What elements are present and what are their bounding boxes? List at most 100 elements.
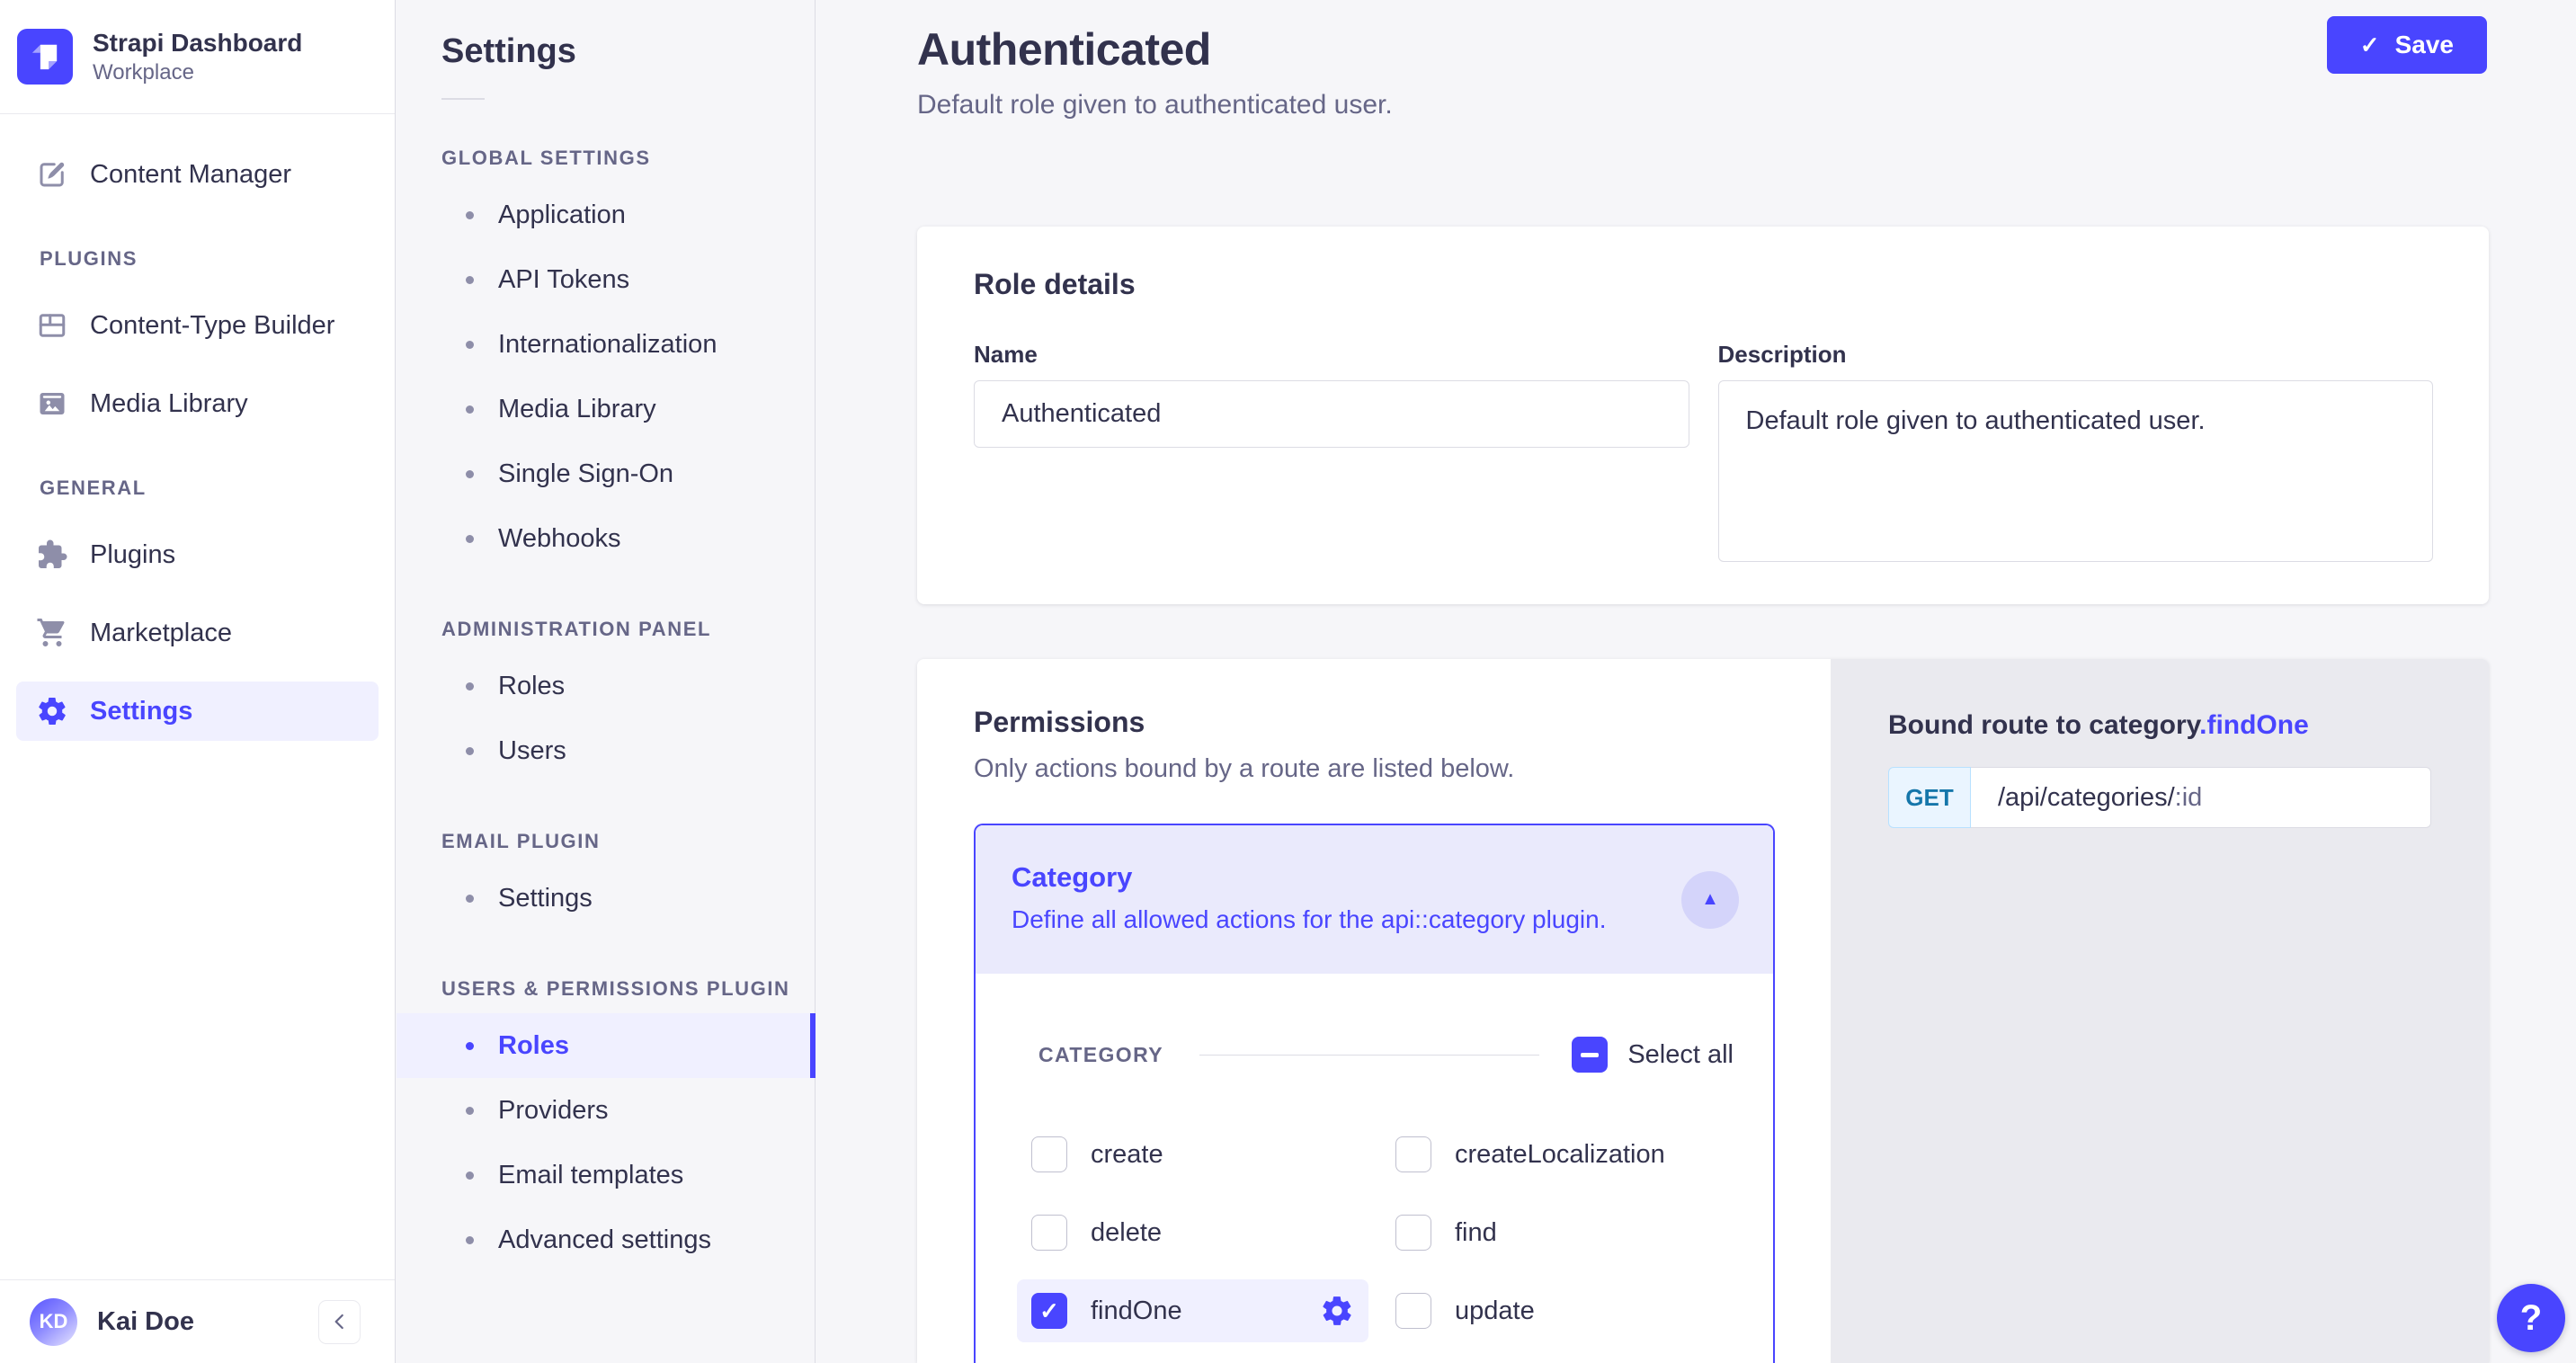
update-checkbox[interactable] — [1395, 1293, 1431, 1329]
gear-icon — [36, 695, 68, 727]
category-accordion: Category Define all allowed actions for … — [974, 824, 1775, 1363]
subnav-item-webhooks[interactable]: Webhooks — [397, 506, 815, 571]
nav-item-label: Marketplace — [90, 619, 232, 648]
bullet-icon — [466, 1171, 474, 1180]
main-nav-list: Content Manager PLUGINS Content-Type Bui… — [0, 114, 395, 741]
bullet-icon — [466, 1042, 474, 1050]
user-name: Kai Doe — [97, 1307, 299, 1337]
route-path: /api/categories/:id — [1971, 767, 2431, 828]
category-group-row: CATEGORY Select all — [1017, 1037, 1734, 1073]
subnav-item-admin-roles[interactable]: Roles — [397, 654, 815, 718]
pen-square-icon — [36, 158, 68, 191]
findone-checkbox[interactable]: ✓ — [1031, 1293, 1067, 1329]
subnav-item-email-settings[interactable]: Settings — [397, 866, 815, 931]
description-field-group: Description Default role given to authen… — [1718, 341, 2434, 566]
bullet-icon — [466, 535, 474, 543]
bound-route-panel: Bound route to category.findOne GET /api… — [1831, 659, 2489, 1363]
nav-item-media-library[interactable]: Media Library — [16, 374, 379, 433]
find-checkbox[interactable] — [1395, 1215, 1431, 1251]
layout-icon — [36, 309, 68, 342]
bullet-icon — [466, 747, 474, 755]
subnav-item-email-templates[interactable]: Email templates — [397, 1143, 815, 1207]
save-button-label: Save — [2395, 31, 2454, 59]
subnav-item-advanced-settings[interactable]: Advanced settings — [397, 1207, 815, 1272]
permission-label: findOne — [1091, 1296, 1182, 1326]
permission-label: delete — [1091, 1218, 1162, 1248]
bound-route-action: .findOne — [2199, 710, 2309, 740]
help-button[interactable]: ? — [2497, 1284, 2565, 1352]
role-details-card: Role details Name Description Default ro… — [917, 227, 2489, 604]
nav-item-label: Settings — [90, 697, 192, 726]
nav-item-settings[interactable]: Settings — [16, 682, 379, 741]
permission-row-find: find — [1381, 1201, 1733, 1264]
bullet-icon — [466, 895, 474, 903]
subnav-item-media-library[interactable]: Media Library — [397, 377, 815, 441]
subnav-item-up-roles[interactable]: Roles — [397, 1013, 815, 1078]
strapi-mark-icon — [25, 37, 65, 76]
bound-route-target: category — [2089, 710, 2199, 740]
role-details-fields: Name Description Default role given to a… — [974, 341, 2433, 566]
bullet-icon — [466, 1107, 474, 1115]
bullet-icon — [466, 1236, 474, 1244]
delete-checkbox[interactable] — [1031, 1215, 1067, 1251]
cart-icon — [36, 617, 68, 649]
category-accordion-header[interactable]: Category Define all allowed actions for … — [976, 825, 1773, 974]
bullet-icon — [466, 276, 474, 284]
subnav-item-providers[interactable]: Providers — [397, 1078, 815, 1143]
create-checkbox[interactable] — [1031, 1136, 1067, 1172]
subnav-item-api-tokens[interactable]: API Tokens — [397, 247, 815, 312]
user-row: KD Kai Doe — [0, 1279, 395, 1363]
collapse-sidebar-button[interactable] — [318, 1300, 361, 1344]
route-path-param: :id — [2175, 783, 2203, 813]
subnav-item-label: Application — [498, 200, 626, 230]
permissions-card: Permissions Only actions bound by a rout… — [917, 659, 2489, 1363]
permission-row-update: update — [1381, 1279, 1733, 1342]
select-all-checkbox[interactable] — [1572, 1037, 1608, 1073]
findone-settings-button[interactable] — [1320, 1294, 1354, 1328]
createlocalization-checkbox[interactable] — [1395, 1136, 1431, 1172]
chevron-left-icon — [328, 1310, 352, 1333]
name-field-group: Name — [974, 341, 1689, 566]
collapse-accordion-button[interactable]: ▲ — [1681, 871, 1739, 929]
avatar[interactable]: KD — [30, 1298, 77, 1346]
nav-item-label: Media Library — [90, 389, 248, 419]
bound-route-prefix: Bound route to — [1888, 710, 2089, 740]
divider — [441, 98, 485, 100]
subnav-item-label: Email templates — [498, 1161, 683, 1190]
permission-row-create: create — [1017, 1123, 1368, 1186]
nav-item-plugins[interactable]: Plugins — [16, 525, 379, 584]
nav-item-label: Content-Type Builder — [90, 311, 334, 341]
select-all-label: Select all — [1627, 1040, 1734, 1070]
subnav-item-single-sign-on[interactable]: Single Sign-On — [397, 441, 815, 506]
permissions-grid: create createLocalization delete — [1017, 1123, 1734, 1342]
strapi-logo-icon — [17, 29, 73, 85]
subnav-item-internationalization[interactable]: Internationalization — [397, 312, 815, 377]
bound-route-title: Bound route to category.findOne — [1888, 710, 2431, 741]
nav-item-label: Content Manager — [90, 160, 291, 190]
workspace-switcher[interactable]: Strapi Dashboard Workplace — [0, 0, 395, 114]
description-textarea[interactable]: Default role given to authenticated user… — [1718, 380, 2434, 562]
app-title: Strapi Dashboard — [93, 28, 302, 58]
permission-label: update — [1455, 1296, 1535, 1326]
subnav-title: Settings — [441, 32, 815, 71]
subnav-item-label: Providers — [498, 1096, 609, 1126]
subnav-item-application[interactable]: Application — [397, 183, 815, 247]
nav-item-content-manager[interactable]: Content Manager — [16, 145, 379, 204]
strapi-admin-app: Strapi Dashboard Workplace Content Manag… — [0, 0, 2576, 1363]
subnav-item-admin-users[interactable]: Users — [397, 718, 815, 783]
permission-label: createLocalization — [1455, 1140, 1665, 1170]
accordion-subtitle: Define all allowed actions for the api::… — [1012, 905, 1665, 934]
group-label: CATEGORY — [1038, 1043, 1163, 1067]
nav-item-marketplace[interactable]: Marketplace — [16, 603, 379, 663]
page-subtitle: Default role given to authenticated user… — [917, 90, 1393, 120]
name-input[interactable] — [974, 380, 1689, 448]
name-label: Name — [974, 341, 1689, 369]
save-button[interactable]: ✓ Save — [2327, 16, 2487, 74]
divider — [1199, 1055, 1539, 1056]
permission-row-delete: delete — [1017, 1201, 1368, 1264]
nav-item-content-type-builder[interactable]: Content-Type Builder — [16, 296, 379, 355]
main-sidebar: Strapi Dashboard Workplace Content Manag… — [0, 0, 396, 1363]
nav-item-label: Plugins — [90, 540, 175, 570]
description-label: Description — [1718, 341, 2434, 369]
subnav-item-label: API Tokens — [498, 265, 629, 295]
